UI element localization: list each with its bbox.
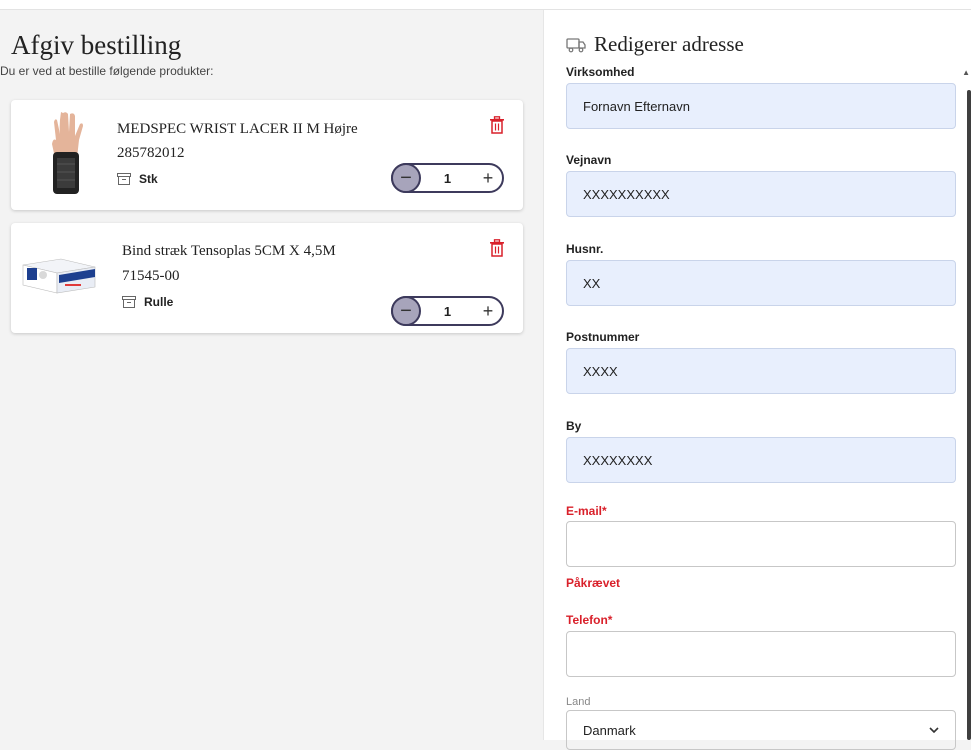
page-subtitle: Du er ved at bestille følgende produkter… — [0, 64, 214, 78]
trash-icon[interactable] — [489, 239, 505, 257]
product-sku: 71545-00 — [122, 268, 180, 284]
product-sku: 285782012 — [117, 145, 185, 161]
phone-field[interactable] — [566, 631, 956, 677]
minus-icon[interactable]: − — [391, 163, 421, 193]
product-unit-label: Stk — [139, 172, 158, 186]
email-label: E-mail* — [566, 504, 607, 518]
house-number-label: Husnr. — [566, 242, 604, 256]
package-icon — [122, 296, 136, 308]
quantity-value: 1 — [443, 170, 452, 186]
quantity-value: 1 — [443, 303, 452, 319]
package-icon — [117, 173, 131, 185]
chevron-down-icon — [929, 727, 939, 733]
city-field[interactable]: XXXXXXXX — [566, 437, 956, 483]
scroll-up-icon[interactable]: ▲ — [962, 68, 970, 77]
product-unit: Rulle — [122, 295, 173, 309]
bandage-box-image — [22, 258, 96, 294]
email-field[interactable] — [566, 521, 956, 567]
house-number-field[interactable]: XX — [566, 260, 956, 306]
order-panel: Afgiv bestilling Du er ved at bestille f… — [0, 10, 543, 740]
page-title: Afgiv bestilling — [11, 30, 182, 60]
minus-icon[interactable]: − — [391, 296, 421, 326]
company-label: Virksomhed — [566, 65, 635, 79]
address-title: Redigerer adresse — [594, 32, 744, 56]
postcode-label: Postnummer — [566, 330, 640, 344]
delivery-truck-icon — [566, 37, 586, 52]
company-field[interactable]: Fornavn Efternavn — [566, 83, 956, 129]
quantity-stepper: − 1 + — [391, 296, 504, 326]
product-card: MEDSPEC WRIST LACER II M Højre 285782012… — [11, 100, 523, 210]
product-name: Bind stræk Tensoplas 5CM X 4,5M — [122, 243, 336, 259]
quantity-stepper: − 1 + — [391, 163, 504, 193]
product-unit-label: Rulle — [144, 295, 174, 309]
product-unit: Stk — [117, 172, 158, 186]
address-panel: Redigerer adresse Virksomhed Fornavn Eft… — [543, 10, 971, 750]
phone-label: Telefon* — [566, 613, 613, 627]
wrist-brace-image — [52, 112, 83, 194]
top-bar — [0, 0, 971, 10]
product-card: Bind stræk Tensoplas 5CM X 4,5M 71545-00… — [11, 223, 523, 333]
plus-icon[interactable]: + — [474, 168, 502, 189]
address-header: Redigerer adresse — [566, 32, 744, 57]
scrollbar[interactable] — [967, 90, 971, 740]
email-error: Påkrævet — [566, 576, 621, 590]
street-label: Vejnavn — [566, 153, 612, 167]
trash-icon[interactable] — [489, 116, 505, 134]
country-label: Land — [566, 696, 591, 708]
country-select[interactable]: Danmark — [566, 710, 956, 750]
city-label: By — [566, 419, 582, 433]
postcode-field[interactable]: XXXX — [566, 348, 956, 394]
country-value: Danmark — [583, 722, 636, 738]
product-name: MEDSPEC WRIST LACER II M Højre — [117, 121, 358, 137]
street-field[interactable]: XXXXXXXXXX — [566, 171, 956, 217]
plus-icon[interactable]: + — [474, 301, 502, 322]
